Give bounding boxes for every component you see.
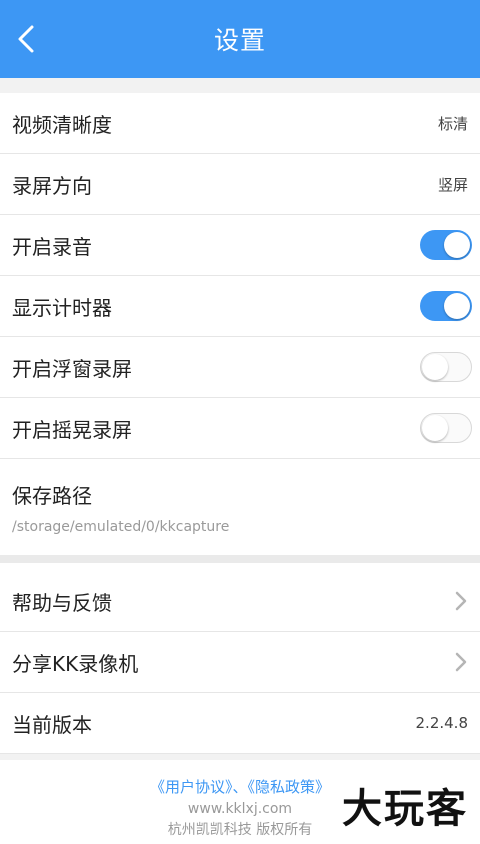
toggle-knob <box>422 415 448 441</box>
orientation-row[interactable]: 录屏方向 竖屏 <box>0 154 480 215</box>
version-row: 当前版本 2.2.4.8 <box>0 693 480 754</box>
video-quality-value: 标清 <box>437 114 468 133</box>
settings-list: 视频清晰度 标清 录屏方向 竖屏 开启录音 显示计时器 开启浮窗录屏 开启摇晃录… <box>0 93 480 555</box>
page-title: 设置 <box>213 26 266 55</box>
chevron-right-icon <box>455 591 467 611</box>
show-timer-toggle[interactable] <box>420 291 472 321</box>
toggle-knob <box>422 354 448 380</box>
version-label: 当前版本 <box>12 712 92 737</box>
chevron-right-icon <box>455 652 467 672</box>
app-header: 设置 <box>0 0 480 78</box>
save-path-label: 保存路径 <box>12 483 92 508</box>
video-quality-label: 视频清晰度 <box>12 112 112 137</box>
chevron-left-icon <box>18 25 34 53</box>
back-button[interactable] <box>4 14 48 64</box>
show-timer-label: 显示计时器 <box>12 295 112 320</box>
video-quality-row[interactable]: 视频清晰度 标清 <box>0 93 480 154</box>
user-agreement-link[interactable]: 《用户协议》 <box>150 778 233 796</box>
shake-record-toggle[interactable] <box>420 413 472 443</box>
version-value: 2.2.4.8 <box>415 714 468 732</box>
shake-record-row: 开启摇晃录屏 <box>0 398 480 459</box>
record-audio-label: 开启录音 <box>12 234 92 259</box>
more-list: 帮助与反馈 分享KK录像机 当前版本 2.2.4.8 <box>0 563 480 754</box>
toggle-knob <box>444 232 470 258</box>
share-row[interactable]: 分享KK录像机 <box>0 632 480 693</box>
orientation-value: 竖屏 <box>437 175 468 194</box>
link-separator: 、 <box>232 778 248 796</box>
share-label: 分享KK录像机 <box>12 651 139 676</box>
save-path-value: /storage/emulated/0/kkcapture <box>12 518 230 535</box>
watermark-logo: 大玩客 <box>342 785 468 832</box>
save-path-row[interactable]: 保存路径 /storage/emulated/0/kkcapture <box>0 459 480 555</box>
floating-window-label: 开启浮窗录屏 <box>12 356 132 381</box>
shake-record-label: 开启摇晃录屏 <box>12 417 132 442</box>
help-feedback-row[interactable]: 帮助与反馈 <box>0 571 480 632</box>
section-divider <box>0 555 480 563</box>
help-feedback-label: 帮助与反馈 <box>12 590 112 615</box>
floating-window-row: 开启浮窗录屏 <box>0 337 480 398</box>
show-timer-row: 显示计时器 <box>0 276 480 337</box>
orientation-label: 录屏方向 <box>12 173 92 198</box>
privacy-policy-link[interactable]: 《隐私政策》 <box>248 778 331 796</box>
floating-window-toggle[interactable] <box>420 352 472 382</box>
toggle-knob <box>444 293 470 319</box>
record-audio-row: 开启录音 <box>0 215 480 276</box>
record-audio-toggle[interactable] <box>420 230 472 260</box>
